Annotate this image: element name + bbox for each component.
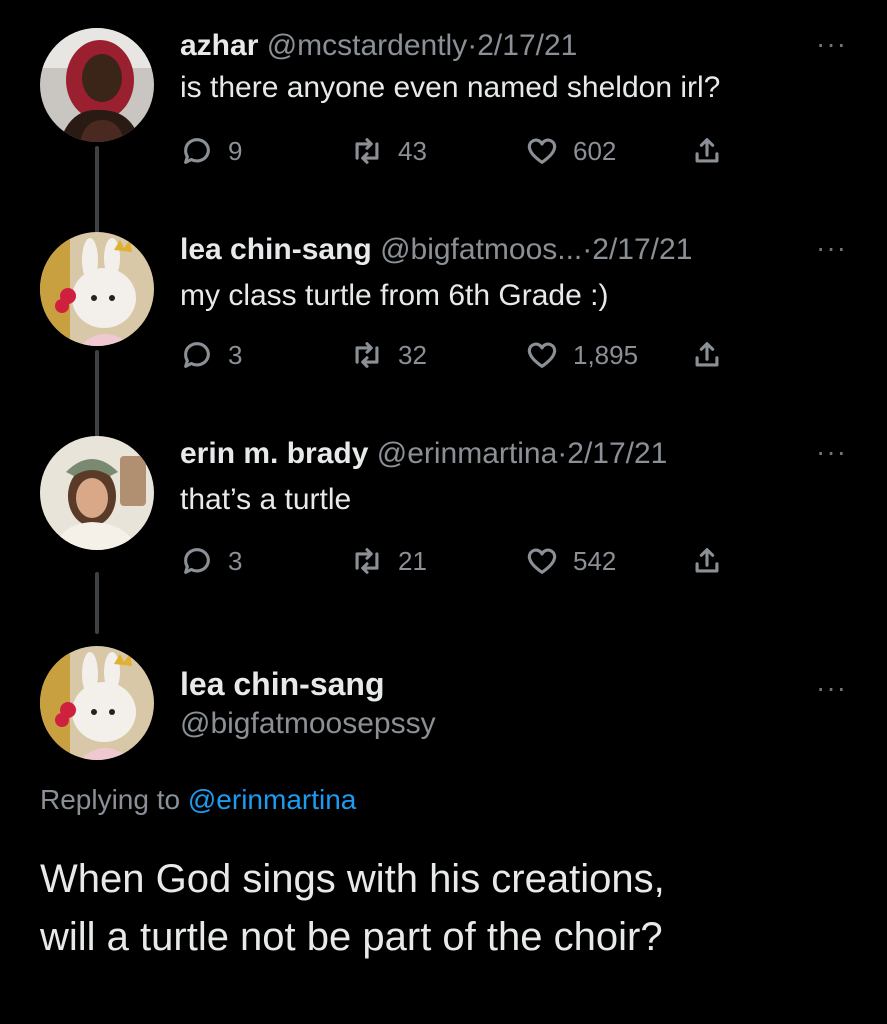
tweet-actions: 3 21 542: [180, 544, 740, 584]
more-icon[interactable]: ···: [816, 674, 847, 702]
tweet-date[interactable]: 2/17/21: [477, 29, 577, 62]
share-button[interactable]: [690, 338, 724, 372]
like-icon: [527, 548, 557, 574]
share-icon: [695, 342, 719, 367]
tweet-text: my class turtle from 6th Grade :): [180, 279, 609, 312]
separator-dot: ·: [557, 437, 568, 470]
focused-tweet-text: When God sings with his creations, will …: [40, 850, 860, 966]
author-handle[interactable]: @erinmartina: [377, 437, 558, 470]
author-name[interactable]: erin m. brady: [180, 437, 368, 470]
more-icon[interactable]: ···: [816, 234, 847, 262]
tweet-date[interactable]: 2/17/21: [592, 233, 692, 266]
reply-button[interactable]: 9: [180, 134, 242, 168]
share-button[interactable]: [690, 544, 724, 578]
thread-connector: [95, 572, 99, 634]
author-handle[interactable]: @mcstardently: [267, 29, 468, 62]
retweet-button[interactable]: 43: [350, 134, 427, 168]
like-button[interactable]: 1,895: [525, 338, 638, 372]
like-count: 1,895: [573, 339, 639, 370]
reply-button[interactable]: 3: [180, 544, 242, 578]
thread-connector: [95, 146, 99, 242]
share-button[interactable]: [690, 134, 724, 168]
tweet-text-line: When God sings with his creations,: [40, 857, 665, 901]
author-handle[interactable]: @bigfatmoos...: [380, 233, 582, 266]
author-name[interactable]: lea chin-sang: [180, 666, 436, 702]
reply-count: 3: [228, 545, 243, 576]
reply-icon: [184, 138, 210, 164]
more-icon[interactable]: ···: [816, 30, 847, 58]
replying-to: Replying to @erinmartina: [40, 784, 356, 816]
author-name[interactable]: lea chin-sang: [180, 233, 372, 266]
separator-dot: ·: [582, 233, 593, 266]
share-icon: [695, 138, 719, 163]
retweet-count: 32: [398, 339, 427, 370]
tweet-text-line: will a turtle not be part of the choir?: [40, 915, 663, 959]
author-handle[interactable]: @bigfatmoosepssy: [180, 706, 436, 742]
like-count: 602: [573, 135, 617, 166]
reply-button[interactable]: 3: [180, 338, 242, 372]
like-icon: [527, 342, 557, 368]
tweet-text: that’s a turtle: [180, 483, 352, 516]
retweet-icon: [355, 342, 379, 368]
avatar-lea[interactable]: [40, 646, 154, 760]
avatar-azhar[interactable]: [40, 28, 154, 142]
tweet-actions: 3 32 1,895: [180, 338, 740, 378]
tweet-header: azhar @mcstardently·2/17/21: [180, 28, 577, 64]
avatar-erin[interactable]: [40, 436, 154, 550]
separator-dot: ·: [467, 29, 478, 62]
tweet-header: lea chin-sang @bigfatmoos...·2/17/21: [180, 232, 692, 268]
tweet-date[interactable]: 2/17/21: [567, 437, 667, 470]
more-icon[interactable]: ···: [816, 438, 847, 466]
like-icon: [527, 138, 557, 164]
reply-icon: [184, 548, 210, 574]
tweet-actions: 9 43 602: [180, 134, 740, 174]
like-button[interactable]: 542: [525, 544, 616, 578]
retweet-count: 21: [398, 545, 427, 576]
retweet-icon: [355, 548, 379, 574]
reply-count: 9: [228, 135, 243, 166]
retweet-button[interactable]: 32: [350, 338, 427, 372]
mention-link[interactable]: @erinmartina: [188, 784, 356, 815]
conversation-thread: azhar @mcstardently·2/17/21 ··· is there…: [0, 0, 887, 1024]
retweet-icon: [355, 138, 379, 164]
tweet-header: lea chin-sang @bigfatmoosepssy: [180, 666, 436, 742]
author-name[interactable]: azhar: [180, 29, 258, 62]
thread-connector: [95, 350, 99, 438]
reply-icon: [184, 342, 210, 368]
reply-count: 3: [228, 339, 243, 370]
like-count: 542: [573, 545, 617, 576]
like-button[interactable]: 602: [525, 134, 616, 168]
tweet-text: is there anyone even named sheldon irl?: [180, 71, 721, 104]
replying-prefix: Replying to: [40, 784, 181, 815]
retweet-button[interactable]: 21: [350, 544, 427, 578]
share-icon: [695, 548, 719, 573]
tweet-header: erin m. brady @erinmartina·2/17/21: [180, 436, 667, 472]
retweet-count: 43: [398, 135, 427, 166]
avatar-lea[interactable]: [40, 232, 154, 346]
